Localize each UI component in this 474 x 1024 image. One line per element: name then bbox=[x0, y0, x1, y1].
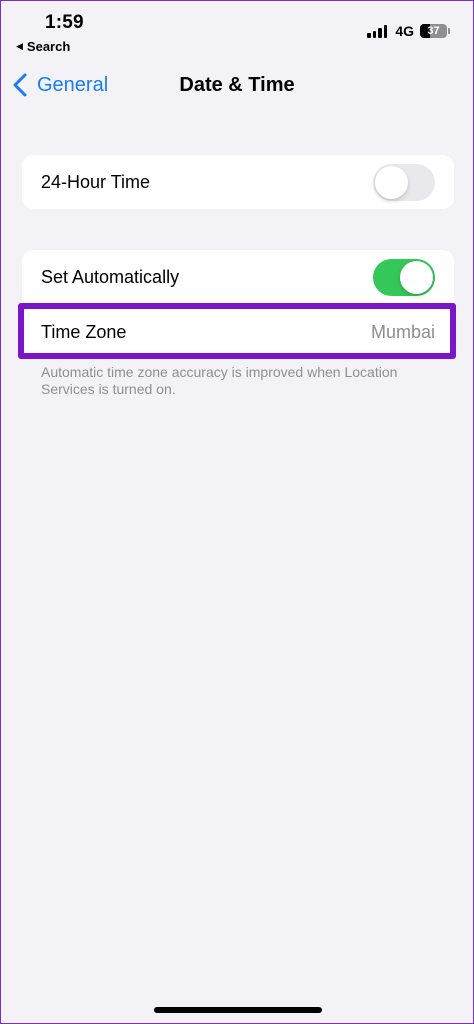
24-hour-time-toggle[interactable] bbox=[373, 163, 435, 201]
cellular-signal-icon bbox=[367, 24, 389, 38]
row-time-zone[interactable]: Time Zone Mumbai bbox=[22, 305, 454, 359]
row-24-hour-time-label: 24-Hour Time bbox=[41, 171, 151, 192]
battery-level: 37 bbox=[427, 25, 440, 37]
page-title: Date & Time bbox=[179, 74, 295, 96]
back-triangle-icon: ◀ bbox=[16, 41, 23, 51]
network-type: 4G bbox=[395, 23, 414, 39]
time-settings-group: Set Automatically Time Zone Mumbai bbox=[22, 250, 454, 359]
row-time-zone-label: Time Zone bbox=[41, 321, 127, 342]
back-to-app-label: Search bbox=[26, 39, 71, 54]
time-zone-footnote: Automatic time zone accuracy is improved… bbox=[41, 364, 398, 397]
status-time: 1:59 bbox=[45, 12, 84, 33]
home-indicator[interactable] bbox=[154, 1007, 322, 1013]
status-indicators: 4G 37 bbox=[367, 23, 450, 39]
row-set-automatically-label: Set Automatically bbox=[41, 266, 180, 287]
toggle-knob bbox=[400, 260, 433, 294]
row-set-automatically: Set Automatically bbox=[22, 250, 454, 304]
row-24-hour-time: 24-Hour Time bbox=[22, 155, 454, 209]
back-to-app-link[interactable]: ◀ Search bbox=[16, 39, 70, 54]
battery-icon: 37 bbox=[420, 24, 450, 38]
toggle-knob bbox=[375, 165, 408, 199]
status-bar: 1:59 ◀ Search 4G 37 bbox=[1, 1, 473, 61]
navigation-bar: General Date & Time bbox=[1, 61, 473, 111]
set-automatically-toggle[interactable] bbox=[373, 258, 435, 296]
time-zone-value: Mumbai bbox=[370, 321, 435, 342]
hour-format-group: 24-Hour Time bbox=[22, 155, 454, 209]
